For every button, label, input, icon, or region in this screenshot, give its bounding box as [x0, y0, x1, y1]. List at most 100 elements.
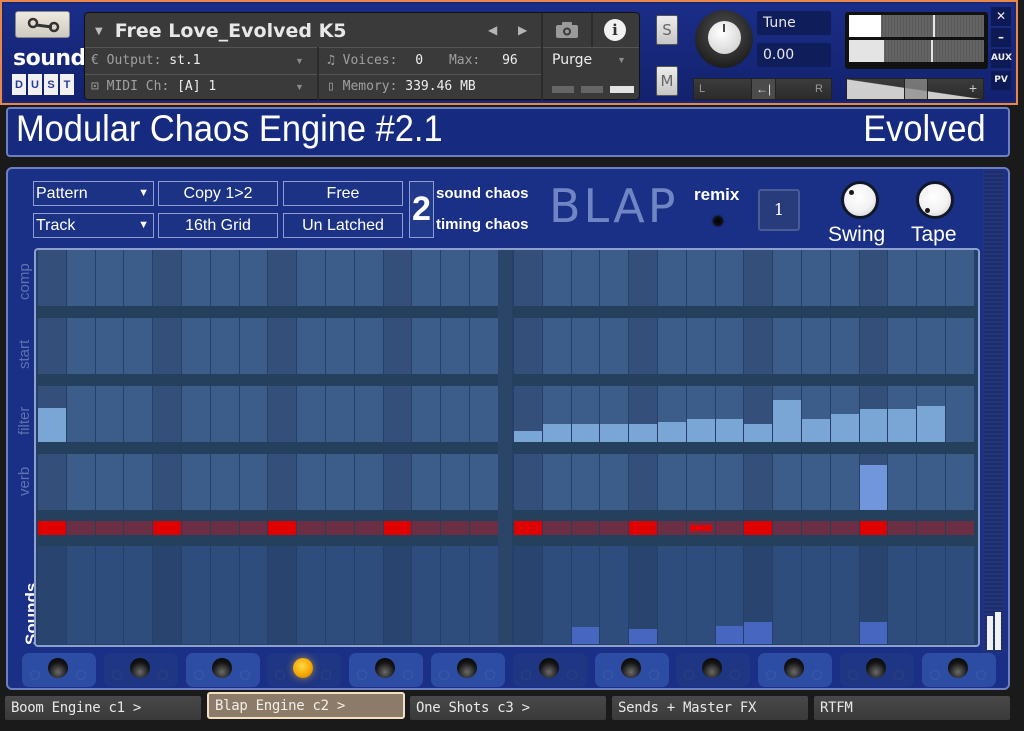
step-cell-vol[interactable] [354, 454, 383, 510]
trigger-step-off[interactable] [124, 521, 153, 535]
step-cell-bits[interactable] [354, 250, 383, 306]
step-cell-bits[interactable] [239, 250, 268, 306]
trigger-step-off[interactable] [802, 521, 830, 535]
purge-menu[interactable]: Purge [552, 52, 592, 68]
hold-value-bar[interactable] [571, 423, 600, 442]
step-cell-vol[interactable] [412, 454, 441, 510]
step-cell-bits[interactable] [153, 250, 181, 306]
step-cell-sounds[interactable] [830, 546, 859, 644]
step-cell-fade[interactable] [66, 318, 95, 374]
instrument-name[interactable]: ▼ Free Love_Evolved K5 [95, 18, 347, 44]
step-cell-vol[interactable] [210, 454, 239, 510]
step-cell-hold[interactable] [383, 386, 412, 442]
step-cell-sounds[interactable] [917, 546, 945, 644]
step-cell-vol[interactable] [297, 454, 325, 510]
step-cell-fade[interactable] [946, 318, 974, 374]
trigger-step-on[interactable] [629, 521, 657, 535]
step-cell-hold[interactable] [66, 386, 95, 442]
step-cell-hold[interactable] [124, 386, 153, 442]
step-cell-hold[interactable] [95, 386, 124, 442]
step-cell-bits[interactable] [441, 250, 469, 306]
step-cell-bits[interactable] [542, 250, 571, 306]
step-cell-fade[interactable] [412, 318, 441, 374]
step-cell-sounds[interactable] [383, 546, 412, 644]
step-cell-vol[interactable] [686, 454, 715, 510]
hold-value-bar[interactable] [600, 423, 629, 442]
vol-value-bar[interactable] [859, 465, 888, 510]
pattern-pad[interactable] [431, 653, 505, 687]
step-cell-fade[interactable] [470, 318, 498, 374]
solo-button[interactable]: S [656, 15, 678, 45]
step-cell-vol[interactable] [326, 454, 354, 510]
tape-knob[interactable] [916, 181, 954, 219]
trigger-step-off[interactable] [571, 521, 600, 535]
step-cell-fade[interactable] [686, 318, 715, 374]
trigger-step-on[interactable] [744, 521, 773, 535]
pattern-pad[interactable] [512, 653, 587, 687]
step-cell-fade[interactable] [297, 318, 325, 374]
trigger-step-off[interactable] [412, 521, 441, 535]
step-cell-fade[interactable] [658, 318, 686, 374]
step-cell-sounds[interactable] [66, 546, 95, 644]
step-cell-bits[interactable] [571, 250, 600, 306]
step-cell-fade[interactable] [95, 318, 124, 374]
step-cell-vol[interactable] [38, 454, 66, 510]
trigger-step-off[interactable] [715, 521, 744, 535]
remix-button[interactable] [713, 216, 723, 226]
step-cell-bits[interactable] [470, 250, 498, 306]
trigger-step-off[interactable] [441, 521, 469, 535]
latch-button[interactable]: Un Latched [283, 213, 403, 238]
sound-chaos-button[interactable]: sound chaos [436, 185, 529, 202]
hold-value-bar[interactable] [744, 423, 773, 442]
step-cell-sounds[interactable] [354, 546, 383, 644]
sound-value-bar[interactable] [571, 627, 600, 644]
step-cell-fade[interactable] [571, 318, 600, 374]
step-cell-hold[interactable] [354, 386, 383, 442]
pan-slider-thumb[interactable]: ←|→ [751, 79, 776, 116]
step-cell-fade[interactable] [182, 318, 210, 374]
step-cell-sounds[interactable] [946, 546, 974, 644]
purge-dropdown-icon[interactable]: ▼ [617, 55, 626, 65]
step-cell-vol[interactable] [124, 454, 153, 510]
grid-resolution-button[interactable]: 16th Grid [158, 213, 278, 238]
step-cell-sounds[interactable] [153, 546, 181, 644]
tab-rtfm[interactable]: RTFM [813, 695, 1011, 721]
minimize-icon[interactable]: – [991, 28, 1011, 47]
step-cell-sounds[interactable] [182, 546, 210, 644]
trigger-step-off[interactable] [888, 521, 917, 535]
step-cell-sounds[interactable] [95, 546, 124, 644]
sound-value-bar[interactable] [629, 629, 657, 644]
step-cell-vol[interactable] [268, 454, 297, 510]
step-cell-bits[interactable] [124, 250, 153, 306]
step-cell-sounds[interactable] [326, 546, 354, 644]
trigger-step-off[interactable] [470, 521, 498, 535]
step-cell-vol[interactable] [629, 454, 657, 510]
step-cell-hold[interactable] [946, 386, 974, 442]
remix-counter[interactable]: 1 [758, 189, 800, 231]
trigger-step-ghost[interactable] [689, 525, 712, 531]
step-cell-vol[interactable] [888, 454, 917, 510]
step-cell-vol[interactable] [715, 454, 744, 510]
step-cell-hold[interactable] [182, 386, 210, 442]
step-cell-sounds[interactable] [600, 546, 629, 644]
tab-one-shots[interactable]: One Shots c3 > [409, 695, 607, 721]
next-instrument-icon[interactable]: ▶ [518, 23, 527, 37]
step-cell-bits[interactable] [744, 250, 773, 306]
sound-value-bar[interactable] [715, 626, 744, 644]
hold-value-bar[interactable] [658, 421, 686, 442]
hold-value-bar[interactable] [514, 431, 542, 442]
output-selector[interactable]: € Output: st.1 [91, 53, 201, 68]
step-cell-bits[interactable] [917, 250, 945, 306]
step-cell-sounds[interactable] [542, 546, 571, 644]
trigger-step-on[interactable] [383, 521, 412, 535]
volume-slider[interactable]: – + [846, 78, 984, 100]
trigger-step-off[interactable] [917, 521, 945, 535]
step-cell-hold[interactable] [412, 386, 441, 442]
step-cell-bits[interactable] [802, 250, 830, 306]
step-cell-bits[interactable] [268, 250, 297, 306]
step-cell-hold[interactable] [239, 386, 268, 442]
tune-value[interactable]: 0.00 [757, 43, 831, 67]
pattern-pad[interactable] [267, 653, 342, 687]
sound-value-bar[interactable] [859, 622, 888, 644]
chaos-amount-value[interactable]: 2 [409, 181, 434, 238]
